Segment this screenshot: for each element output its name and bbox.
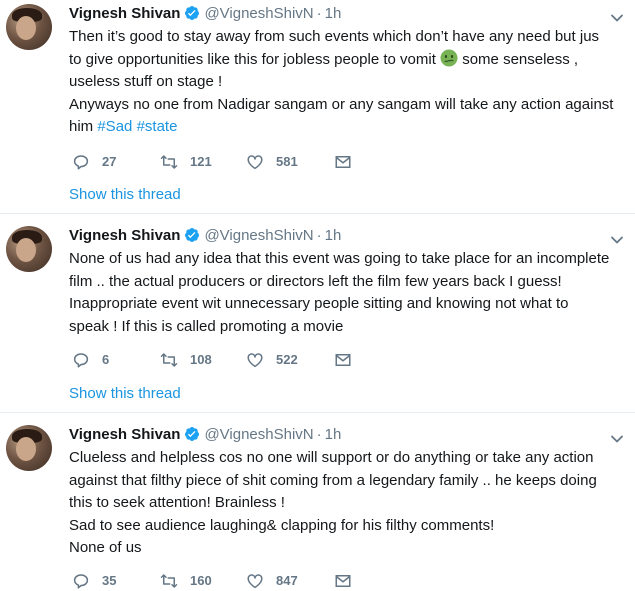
separator-dot: · [316, 5, 322, 22]
tweet-text-line: speak ! If this is called promoting a mo… [69, 317, 344, 335]
retweet-icon [160, 574, 178, 588]
tweet-timestamp[interactable]: 1h [325, 227, 342, 244]
retweet-count: 121 [190, 154, 212, 169]
hashtag-link[interactable]: #Sad [97, 118, 132, 135]
author-handle[interactable]: @VigneshShivN [204, 227, 313, 244]
tweet-timestamp[interactable]: 1h [325, 5, 342, 22]
like-count: 847 [276, 573, 298, 588]
tweet-text-line: Then it’s good to stay away from such ev… [69, 28, 600, 45]
tweet-divider [0, 412, 635, 413]
retweet-icon [160, 353, 178, 367]
tweet-text-line: to give opportunities like this for jobl… [69, 49, 579, 68]
tweet-timestamp[interactable]: 1h [325, 426, 342, 443]
like-count: 581 [276, 154, 298, 169]
author-handle[interactable]: @VigneshShivN [204, 5, 313, 22]
reply-icon [73, 574, 89, 589]
tweet-feed: Vignesh Shivan @VigneshShivN · 1h Then it’s… [0, 0, 635, 591]
author-name[interactable]: Vignesh Shivan [69, 227, 180, 244]
nauseated-face-icon [440, 49, 458, 66]
tweet-text-line: this to seek attention! Brainless ! [69, 494, 285, 511]
heart-icon [247, 353, 263, 368]
avatar[interactable] [6, 226, 52, 272]
reply-count: 6 [102, 352, 110, 367]
show-thread-link[interactable]: Show this thread [69, 384, 181, 404]
envelope-icon [335, 575, 351, 587]
tweet-text: None of us had any idea that this event … [69, 248, 629, 338]
heart-icon [247, 155, 263, 170]
tweet-text-line: Inappropriate event wit unnecessary peop… [69, 295, 569, 312]
tweet-header: Vignesh Shivan @VigneshShivN · 1h [69, 226, 341, 246]
envelope-icon [335, 156, 351, 168]
chevron-down-icon[interactable] [609, 10, 625, 26]
tweet-text-line: Anyways no one from Nadigar sangam or an… [69, 95, 614, 113]
tweet-text-line: Clueless and helpless cos no one will su… [69, 449, 594, 466]
separator-dot: · [316, 227, 322, 244]
chevron-down-icon[interactable] [609, 431, 625, 447]
avatar[interactable] [6, 425, 52, 471]
avatar[interactable] [6, 4, 52, 50]
reply-icon [73, 155, 89, 170]
reply-count: 35 [102, 573, 117, 588]
tweet-text-line: him #Sad #state [69, 118, 178, 135]
retweet-icon [160, 155, 178, 169]
tweet-text: Then it’s good to stay away from such ev… [69, 26, 629, 139]
tweet-header: Vignesh Shivan @VigneshShivN · 1h [69, 425, 341, 445]
show-thread-link[interactable]: Show this thread [69, 185, 181, 205]
reply-count: 27 [102, 154, 117, 169]
tweet-text-line: film .. the actual producers or director… [69, 272, 562, 290]
hashtag-link[interactable]: #state [137, 118, 178, 135]
author-name[interactable]: Vignesh Shivan [69, 5, 180, 22]
verified-badge-icon [185, 228, 200, 242]
heart-icon [247, 574, 263, 589]
tweet-divider [0, 213, 635, 214]
envelope-icon [335, 354, 351, 366]
chevron-down-icon[interactable] [609, 232, 625, 248]
separator-dot: · [316, 426, 322, 443]
retweet-count: 160 [190, 573, 212, 588]
like-count: 522 [276, 352, 298, 367]
tweet-text-line: None of us had any idea that this event … [69, 250, 610, 267]
tweet-text-line: None of us [69, 539, 142, 556]
author-name[interactable]: Vignesh Shivan [69, 426, 180, 443]
tweet-header: Vignesh Shivan @VigneshShivN · 1h [69, 4, 341, 24]
verified-badge-icon [185, 427, 200, 441]
reply-icon [73, 353, 89, 368]
tweet-text-line: useless stuff on stage ! [69, 73, 223, 90]
verified-badge-icon [185, 6, 200, 20]
tweet-text-line: against that filthy piece of shit coming… [69, 471, 597, 489]
retweet-count: 108 [190, 352, 212, 367]
tweet-text: Clueless and helpless cos no one will su… [69, 447, 629, 560]
tweet-text-line: Sad to see audience laughing& clapping f… [69, 516, 495, 534]
author-handle[interactable]: @VigneshShivN [204, 426, 313, 443]
